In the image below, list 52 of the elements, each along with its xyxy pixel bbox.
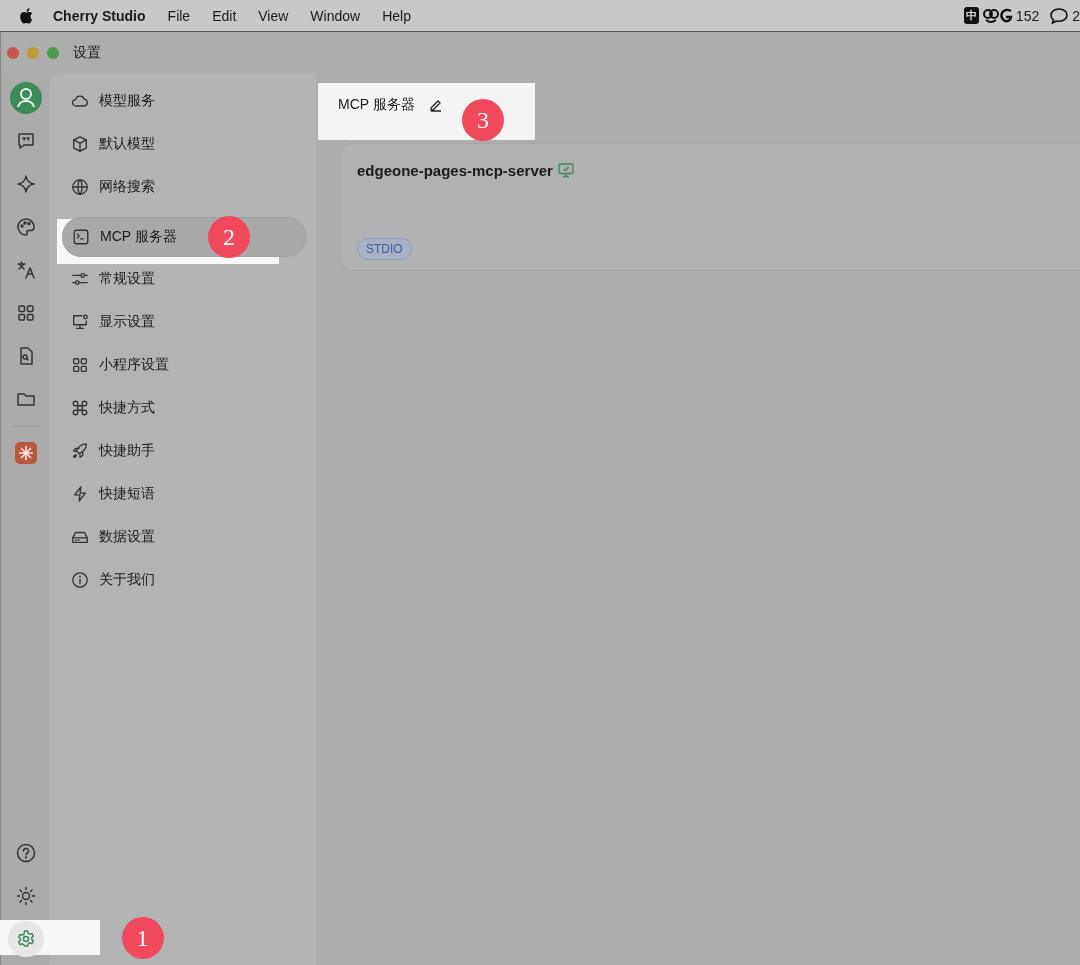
grid-icon (15, 303, 36, 323)
settings-menu-item[interactable]: 网络搜索 (62, 168, 306, 206)
sparkle-icon (15, 174, 36, 194)
settings-menu-item[interactable]: 小程序设置 (62, 346, 306, 384)
settings-menu-item[interactable]: 关于我们 (62, 561, 306, 599)
sliders-icon (71, 270, 89, 288)
settings-menu-item[interactable]: 快捷助手 (62, 432, 306, 470)
status-icon[interactable] (998, 7, 1013, 24)
settings-menu-item[interactable]: 常规设置 (62, 260, 306, 298)
settings-menu-item[interactable]: 默认模型 (62, 125, 306, 163)
status-count: 152 (1015, 7, 1040, 24)
rocket-icon (71, 442, 89, 460)
menu-item[interactable]: Window (310, 7, 361, 24)
window-title: 设置 (73, 44, 101, 62)
menu-item[interactable]: Help (382, 7, 411, 24)
sun-icon (15, 886, 36, 906)
settings-menu-item[interactable]: 模型服务 (62, 82, 306, 120)
bolt-icon (71, 485, 89, 503)
menu-item[interactable]: View (258, 7, 289, 24)
grid-icon (71, 356, 89, 374)
globe-icon (71, 178, 89, 196)
settings-menu-item[interactable]: 快捷方式 (62, 389, 306, 427)
app-logo-icon (14, 442, 37, 464)
server-name: edgeone-pages-mcp-server (357, 162, 553, 179)
help-icon (15, 843, 36, 863)
palette-icon (15, 217, 36, 237)
avatar-icon (9, 82, 42, 114)
cube-icon (71, 135, 89, 153)
settings-menu-item[interactable]: 快捷短语 (62, 475, 306, 513)
input-method-indicator[interactable]: 中 (963, 7, 979, 24)
terminal-icon (72, 228, 90, 246)
status-icon[interactable] (982, 7, 999, 24)
chat-icon (15, 131, 36, 151)
command-icon (71, 399, 89, 417)
translate-icon (15, 260, 36, 280)
server-card[interactable]: edgeone-pages-mcp-server STDIO (340, 143, 1080, 271)
menu-item[interactable]: File (167, 7, 191, 24)
apple-logo-icon[interactable] (18, 6, 34, 25)
step-number-badge: 3 (462, 99, 504, 141)
page-title: MCP 服务器 (338, 95, 415, 114)
monitor-check-icon (557, 163, 574, 178)
transport-tag: STDIO (357, 238, 412, 260)
info-icon (71, 571, 89, 589)
settings-menu-item[interactable]: 显示设置 (62, 303, 306, 341)
status-count: 2 (1072, 7, 1080, 24)
settings-icon (15, 929, 36, 949)
chat-bubble-icon[interactable] (1049, 6, 1070, 25)
monitor-icon (71, 313, 89, 331)
settings-menu-item[interactable]: 数据设置 (62, 518, 306, 556)
app-menu[interactable]: Cherry Studio (53, 7, 146, 24)
menu-item[interactable]: Edit (212, 7, 237, 24)
sidebar-button[interactable] (7, 80, 44, 116)
